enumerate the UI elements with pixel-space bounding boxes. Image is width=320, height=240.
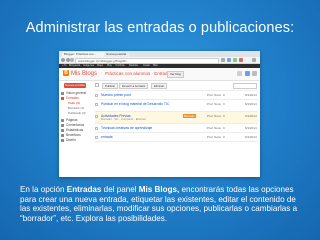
settings-icon[interactable] (237, 71, 242, 76)
earnings-icon (61, 133, 64, 137)
post-date: 6/1/2014 (245, 102, 257, 106)
stats-icon (61, 128, 64, 132)
post-title[interactable]: Publicar en el blog material de Desarrol… (101, 102, 185, 106)
post-comments: 0 (223, 93, 225, 97)
post-author: Prof. Nora (207, 93, 221, 97)
post-comments: 0 (223, 114, 225, 118)
browser-address-bar: www.blogger.com/blogger.g?blogID=... (59, 57, 260, 64)
post-comments: 0 (223, 102, 225, 106)
sidebar: Nueva entrada Visión general Entradas To… (59, 81, 92, 177)
pages-icon (61, 118, 64, 122)
blog-selector[interactable]: Prácticas con alumnos · Entradas (105, 70, 172, 78)
publish-button[interactable]: Publicar (102, 83, 119, 89)
post-date: 6/1/2014 (245, 135, 257, 139)
reload-icon[interactable] (70, 58, 74, 62)
row-checkbox[interactable] (95, 136, 98, 139)
table-row[interactable]: Publicar en el blog material de Desarrol… (95, 99, 258, 111)
delete-button[interactable]: Eliminar (151, 83, 168, 89)
app-title[interactable]: Mis Blogs (71, 70, 97, 78)
sidebar-item-label: Visión general (66, 91, 87, 95)
table-row[interactable]: Técnicas creativas de aprendizaje Prof. … (95, 123, 258, 132)
comments-icon (61, 123, 64, 127)
post-actions[interactable]: Borrador · Ver · Compartir · Eliminar (101, 118, 146, 121)
desc-text: En la opción (20, 185, 67, 194)
table-row[interactable]: entrada Prof. Nora 0 6/1/2014 (95, 132, 258, 142)
star-icon[interactable] (221, 58, 225, 62)
row-checkbox[interactable] (95, 127, 98, 130)
post-author: Prof. Nora (207, 126, 221, 130)
post-comments: 0 (223, 126, 225, 130)
blogger-screenshot: Blogger: Prácticas con... Nueva pestaña … (59, 51, 260, 177)
menu-icon[interactable] (252, 58, 256, 62)
search-input[interactable] (233, 83, 257, 89)
extension-icon[interactable] (227, 58, 231, 62)
posts-toolbar: Publicar Revertir a borrador Eliminar (95, 82, 258, 89)
desc-bold-posts: Entradas (66, 185, 102, 194)
sidebar-item-label: Estadísticas (66, 128, 84, 132)
post-author: Prof. Nora (207, 102, 221, 106)
desc-bold-myblogs: Mis Blogs, (138, 185, 180, 194)
share-icon[interactable] (252, 71, 257, 76)
table-row[interactable]: Nuestro primer post Prof. Nora 0 6/1/201… (95, 90, 258, 99)
sidebar-item-label: Entradas (66, 96, 79, 100)
table-row[interactable]: Actividades Previas Borrador · Ver · Com… (95, 111, 258, 123)
desc-text: del panel (101, 185, 139, 194)
sidebar-subitem-published[interactable]: Publicado (3) (68, 111, 86, 116)
status-badge: Borrador (183, 114, 196, 118)
revert-draft-button[interactable]: Revertir a borrador (119, 83, 149, 89)
posts-icon (61, 96, 64, 100)
row-checkbox[interactable] (95, 94, 98, 97)
overview-icon (61, 91, 64, 95)
sidebar-item-label: Diseño (66, 138, 76, 142)
post-comments: 0 (223, 135, 225, 139)
post-title[interactable]: entrada (101, 135, 185, 139)
extension-icon-3[interactable] (239, 58, 243, 62)
slide-title: Administrar las entradas o publicaciones… (25, 20, 295, 36)
row-checkbox[interactable] (95, 115, 98, 118)
sidebar-item-label: Comentarios (66, 123, 85, 127)
row-checkbox[interactable] (95, 103, 98, 106)
sidebar-item-label: Páginas (66, 118, 78, 122)
select-all-checkbox[interactable] (95, 83, 99, 87)
back-icon[interactable] (61, 58, 65, 62)
post-author: Prof. Nora (207, 114, 221, 118)
blogger-header: B Mis Blogs Prácticas con alumnos · Entr… (59, 68, 260, 81)
post-date: 6/1/2014 (245, 93, 257, 97)
post-date: 6/1/2014 (245, 114, 257, 118)
new-post-button[interactable]: Nueva entrada (64, 83, 86, 88)
post-date: 6/1/2014 (245, 126, 257, 130)
post-title[interactable]: Nuestro primer post (101, 93, 185, 97)
extension-icon-2[interactable] (233, 58, 237, 62)
post-author: Prof. Nora (207, 135, 221, 139)
slide-description: En la opción Entradas del panel Mis Blog… (20, 185, 305, 223)
posts-list: Publicar Revertir a borrador Eliminar Nu… (93, 81, 260, 177)
avatar[interactable] (245, 71, 250, 76)
view-blog-button[interactable]: Ver blog (167, 71, 185, 78)
blogger-logo: B (63, 70, 69, 76)
layout-icon (61, 138, 64, 142)
post-title[interactable]: Técnicas creativas de aprendizaje (101, 126, 185, 130)
sidebar-item-label: Beneficios (66, 133, 81, 137)
sidebar-item-layout[interactable]: Diseño (61, 138, 76, 143)
